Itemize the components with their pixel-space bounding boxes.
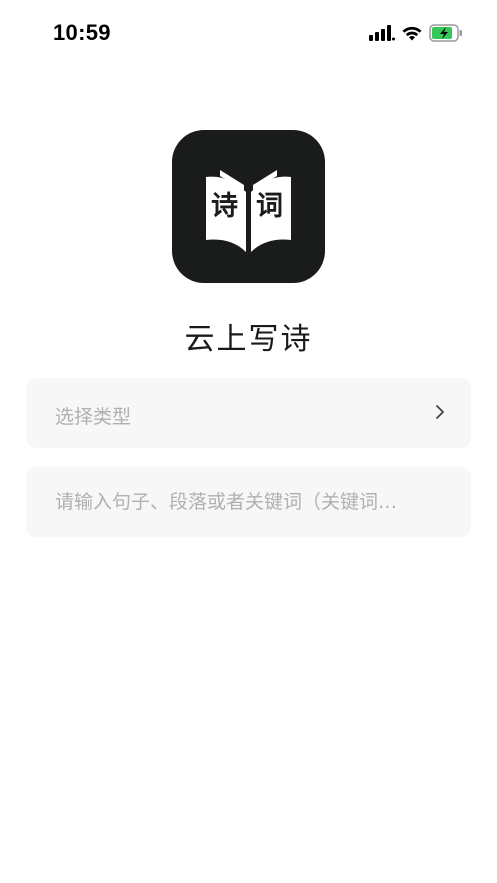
logo-char-right: 词 <box>256 191 283 222</box>
wifi-icon <box>401 25 423 41</box>
battery-charging-icon <box>429 24 463 42</box>
app-title: 云上写诗 <box>184 322 313 357</box>
status-bar: 10:59 <box>0 0 497 66</box>
logo-char-left: 诗 <box>211 191 238 222</box>
type-select-placeholder: 选择类型 <box>55 406 132 428</box>
screen: 10:59 诗 词 云上写诗 选择类型 请输入句子、段落或者关键词（关键词… <box>0 0 497 883</box>
book-icon <box>206 170 291 252</box>
keyword-input-container <box>26 467 471 537</box>
app-logo <box>172 130 325 283</box>
chevron-right-icon <box>435 404 445 424</box>
status-time: 10:59 <box>53 20 111 45</box>
type-select[interactable]: 选择类型 <box>26 378 471 448</box>
keyword-input[interactable] <box>26 467 471 537</box>
status-icons <box>369 22 463 44</box>
signal-icon <box>369 25 395 41</box>
